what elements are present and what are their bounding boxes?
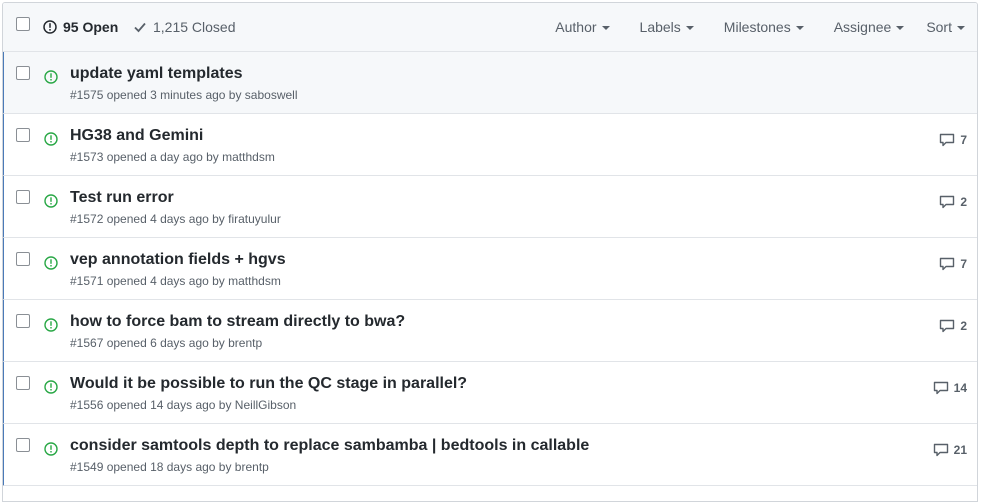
- issue-checkbox[interactable]: [16, 128, 30, 142]
- comment-icon: [940, 257, 955, 271]
- author-filter-label: Author: [555, 19, 597, 35]
- issue-checkbox[interactable]: [16, 314, 30, 328]
- filter-bar: Author Labels Milestones Assignee Sort: [525, 19, 965, 35]
- issue-opened-icon: [44, 442, 58, 456]
- check-icon: [134, 22, 146, 33]
- issue-meta: #1567 opened 6 days ago by brentp: [70, 336, 263, 350]
- comments-link[interactable]: 7: [939, 257, 967, 271]
- comment-icon: [933, 381, 948, 395]
- issue-row[interactable]: vep annotation fields + hgvs #1571 opene…: [3, 238, 977, 300]
- caret-down-icon: [795, 26, 804, 30]
- issue-rows: update yaml templates #1575 opened 3 min…: [3, 52, 977, 486]
- comments-link[interactable]: 14: [933, 381, 967, 395]
- comments-link[interactable]: 21: [933, 443, 967, 457]
- open-count-label: 95 Open: [63, 19, 119, 35]
- issues-list: 95 Open 1,215 Closed Author Labels Miles…: [2, 2, 978, 502]
- issue-title-link[interactable]: Test run error: [70, 189, 174, 207]
- comments-link[interactable]: 2: [939, 195, 967, 209]
- labels-filter-label: Labels: [639, 19, 681, 35]
- closed-issues-tab[interactable]: 1,215 Closed: [133, 19, 236, 35]
- comment-count: 7: [960, 133, 967, 147]
- assignee-filter-label: Assignee: [833, 19, 892, 35]
- sort-filter-label: Sort: [926, 19, 952, 35]
- open-issues-tab[interactable]: 95 Open: [43, 19, 118, 35]
- author-filter[interactable]: Author: [555, 19, 610, 35]
- comment-count: 14: [953, 381, 967, 395]
- issue-row[interactable]: HG38 and Gemini #1573 opened a day ago b…: [3, 114, 977, 176]
- issue-title-link[interactable]: Would it be possible to run the QC stage…: [70, 375, 467, 393]
- issue-opened-icon: [43, 20, 57, 34]
- issues-header: 95 Open 1,215 Closed Author Labels Miles…: [3, 3, 977, 52]
- issue-title-link[interactable]: how to force bam to stream directly to b…: [70, 313, 405, 331]
- issue-meta: #1571 opened 4 days ago by matthdsm: [70, 274, 281, 288]
- issue-meta: #1549 opened 18 days ago by brentp: [70, 460, 269, 474]
- issue-opened-icon: [44, 70, 58, 84]
- sort-filter[interactable]: Sort: [926, 19, 965, 35]
- comment-icon: [940, 195, 955, 209]
- issue-row[interactable]: update yaml templates #1575 opened 3 min…: [3, 52, 977, 114]
- assignee-filter[interactable]: Assignee: [834, 19, 905, 35]
- milestones-filter-label: Milestones: [723, 19, 791, 35]
- issue-checkbox[interactable]: [16, 252, 30, 266]
- comment-icon: [940, 133, 955, 147]
- issue-meta: #1575 opened 3 minutes ago by saboswell: [70, 88, 298, 102]
- issue-row[interactable]: consider samtools depth to replace samba…: [3, 424, 977, 486]
- issue-checkbox[interactable]: [16, 438, 30, 452]
- issue-opened-icon: [44, 132, 58, 146]
- comment-count: 2: [960, 319, 967, 333]
- issue-row[interactable]: Would it be possible to run the QC stage…: [3, 362, 977, 424]
- labels-filter[interactable]: Labels: [640, 19, 694, 35]
- issue-row[interactable]: Test run error #1572 opened 4 days ago b…: [3, 176, 977, 238]
- issue-opened-icon: [44, 380, 58, 394]
- caret-down-icon: [601, 26, 610, 30]
- issue-meta: #1556 opened 14 days ago by NeillGibson: [70, 398, 297, 412]
- issue-meta: #1572 opened 4 days ago by firatuyulur: [70, 212, 281, 226]
- issue-title-link[interactable]: update yaml templates: [70, 65, 243, 83]
- issue-title-link[interactable]: HG38 and Gemini: [70, 127, 203, 145]
- issue-checkbox[interactable]: [16, 190, 30, 204]
- caret-down-icon: [957, 26, 965, 30]
- select-all-checkbox[interactable]: [16, 17, 30, 31]
- issue-opened-icon: [44, 256, 58, 270]
- issue-checkbox[interactable]: [16, 376, 30, 390]
- issue-title-link[interactable]: vep annotation fields + hgvs: [70, 251, 286, 269]
- caret-down-icon: [896, 26, 905, 30]
- issue-checkbox[interactable]: [16, 66, 30, 80]
- issue-row[interactable]: how to force bam to stream directly to b…: [3, 300, 977, 362]
- issue-title-link[interactable]: consider samtools depth to replace samba…: [70, 437, 589, 455]
- comment-count: 21: [953, 443, 967, 457]
- comment-count: 7: [960, 257, 967, 271]
- comment-icon: [933, 443, 948, 457]
- issue-opened-icon: [44, 194, 58, 208]
- issue-opened-icon: [44, 318, 58, 332]
- comment-icon: [940, 319, 955, 333]
- comment-count: 2: [960, 195, 967, 209]
- caret-down-icon: [685, 26, 694, 30]
- comments-link[interactable]: 7: [939, 133, 967, 147]
- issue-meta: #1573 opened a day ago by matthdsm: [70, 150, 275, 164]
- milestones-filter[interactable]: Milestones: [724, 19, 804, 35]
- comments-link[interactable]: 2: [939, 319, 967, 333]
- closed-count-label: 1,215 Closed: [153, 19, 236, 35]
